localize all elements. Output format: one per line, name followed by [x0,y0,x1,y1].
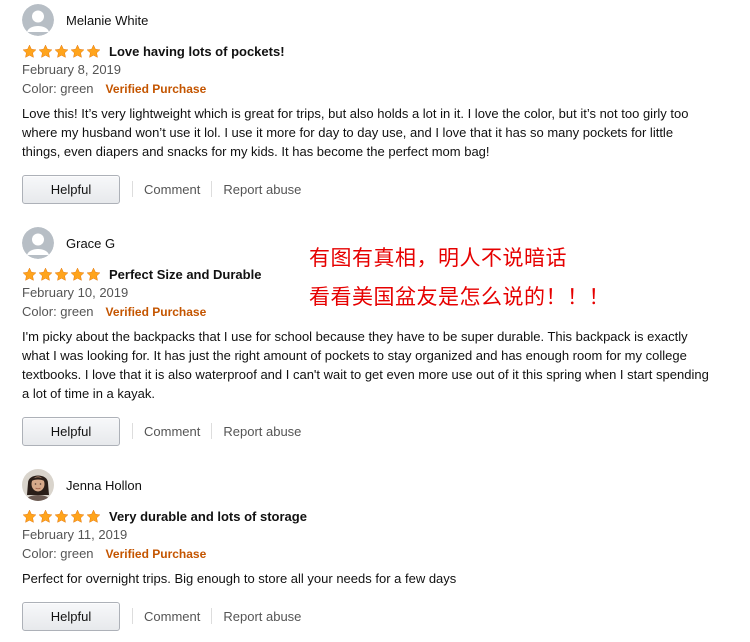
default-avatar-icon[interactable] [22,227,54,259]
review-meta: Color: green Verified Purchase [22,546,206,562]
comment-link[interactable]: Comment [144,424,200,439]
review-title[interactable]: Very durable and lots of storage [109,509,307,524]
reviewer-profile[interactable]: Jenna Hollon [22,469,142,501]
star-icon [70,509,85,523]
star-icon [54,44,69,58]
helpful-button[interactable]: Helpful [22,416,120,446]
report-abuse-link[interactable]: Report abuse [223,609,301,624]
star-icon [86,509,101,523]
star-icon [86,267,101,281]
report-abuse-link[interactable]: Report abuse [223,424,301,439]
reviewer-name[interactable]: Grace G [66,236,115,251]
profile-photo-avatar[interactable] [22,469,54,501]
star-icon [38,267,53,281]
review-meta: Color: green Verified Purchase [22,81,206,97]
review-actions: Helpful Comment Report abuse [22,416,301,446]
default-avatar-icon[interactable] [22,4,54,36]
review-date: February 10, 2019 [22,285,129,300]
divider [132,181,133,197]
verified-purchase-badge: Verified Purchase [105,547,207,561]
review-body: Perfect for overnight trips. Big enough … [22,571,457,586]
product-variant: Color: green [22,546,94,561]
star-rating[interactable] [22,508,102,524]
star-icon [22,44,37,58]
review-body: I'm picky about the backpacks that I use… [22,329,709,401]
review-date: February 8, 2019 [22,62,122,77]
reviewer-profile[interactable]: Melanie White [22,4,148,36]
reviewer-name[interactable]: Melanie White [66,13,148,28]
star-icon [70,267,85,281]
reviews-page: Melanie White Love having lots of pocket… [0,0,750,642]
star-icon [54,267,69,281]
verified-purchase-badge: Verified Purchase [105,305,207,319]
review-actions: Helpful Comment Report abuse [22,601,301,631]
review-title-row: Perfect Size and Durable [22,264,261,284]
comment-link[interactable]: Comment [144,182,200,197]
star-icon [70,44,85,58]
review-title[interactable]: Perfect Size and Durable [109,267,261,282]
divider [132,423,133,439]
star-icon [22,509,37,523]
review-date: February 11, 2019 [22,527,128,542]
comment-link[interactable]: Comment [144,609,200,624]
star-icon [54,509,69,523]
reviewer-profile[interactable]: Grace G [22,227,115,259]
divider [211,181,213,197]
annotation-line-1: 有图有真相，明人不说暗话 [309,246,567,270]
review-meta: Color: green Verified Purchase [22,304,206,320]
divider [211,608,213,624]
report-abuse-link[interactable]: Report abuse [223,182,301,197]
review-title[interactable]: Love having lots of pockets! [109,44,285,59]
star-rating[interactable] [22,266,102,282]
product-variant: Color: green [22,81,94,96]
product-variant: Color: green [22,304,94,319]
star-icon [22,267,37,281]
star-icon [86,44,101,58]
star-icon [38,44,53,58]
helpful-button[interactable]: Helpful [22,601,120,631]
star-icon [38,509,53,523]
reviewer-name[interactable]: Jenna Hollon [66,478,142,493]
star-rating[interactable] [22,43,102,59]
divider [132,608,133,624]
divider [211,423,213,439]
review-title-row: Love having lots of pockets! [22,41,285,61]
review-title-row: Very durable and lots of storage [22,506,307,526]
review-actions: Helpful Comment Report abuse [22,174,301,204]
annotation-line-2: 看看美国盆友是怎么说的！！！ [309,285,610,309]
helpful-button[interactable]: Helpful [22,174,120,204]
review-body: Love this! It’s very lightweight which i… [22,106,689,159]
verified-purchase-badge: Verified Purchase [105,82,207,96]
